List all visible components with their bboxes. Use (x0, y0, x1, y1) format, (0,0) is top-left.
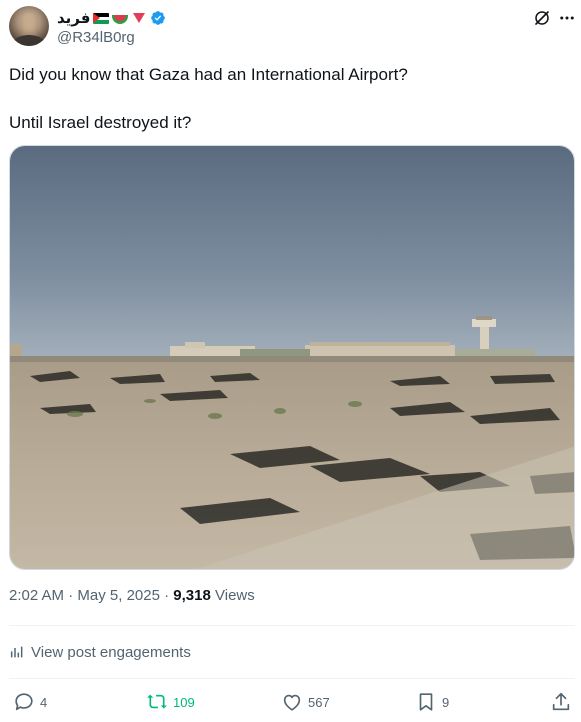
repost-icon (147, 694, 167, 709)
avatar-shoulders (12, 35, 46, 46)
bookmark-icon (419, 693, 433, 711)
author-display-name[interactable]: فريد (57, 9, 90, 27)
post-text: Did you know that Gaza had an Internatio… (9, 63, 569, 135)
author-name-row[interactable]: فريد (57, 8, 166, 28)
avatar-face (20, 13, 38, 37)
like-button[interactable]: 567 (281, 690, 330, 714)
grok-icon[interactable] (533, 9, 551, 27)
divider (9, 678, 575, 679)
view-engagements-label: View post engagements (31, 643, 191, 661)
avatar[interactable] (9, 6, 49, 46)
palestine-flag-icon (93, 12, 110, 24)
repost-count: 109 (173, 694, 195, 710)
more-options-icon[interactable] (557, 9, 577, 27)
post-text-line-2: Until Israel destroyed it? (9, 113, 192, 132)
post-image[interactable] (9, 145, 575, 570)
reply-count: 4 (40, 694, 48, 710)
repost-button[interactable]: 109 (146, 690, 195, 714)
post-time[interactable]: 2:02 AM (9, 587, 64, 604)
post-date[interactable]: May 5, 2025 (77, 587, 160, 604)
divider (9, 625, 575, 626)
reply-button[interactable]: 4 (13, 690, 47, 714)
airport-ruins-photo (10, 146, 574, 569)
bookmark-button[interactable]: 9 (415, 690, 449, 714)
share-icon (552, 692, 570, 711)
action-bar: 4 109 567 9 (9, 690, 575, 714)
post-meta: 2:02 AM · May 5, 2025 · 9,318 Views (9, 587, 255, 604)
views-label: Views (210, 587, 255, 604)
bookmark-count: 9 (442, 694, 450, 710)
reply-icon (15, 693, 33, 711)
verified-badge-icon[interactable] (150, 10, 166, 26)
views-count: 9,318 (173, 587, 211, 604)
like-count: 567 (308, 694, 330, 710)
meta-separator: · (159, 587, 174, 604)
share-button[interactable] (550, 690, 572, 714)
watermelon-icon (112, 14, 129, 24)
heart-icon (283, 694, 301, 711)
author-handle[interactable]: @R34lB0rg (57, 29, 135, 46)
view-engagements-link[interactable]: View post engagements (9, 641, 191, 663)
red-triangle-icon (133, 13, 146, 23)
post-header: فريد @R34lB0rg (9, 6, 575, 48)
post-text-line-1: Did you know that Gaza had an Internatio… (9, 65, 408, 84)
meta-separator: · (64, 587, 78, 604)
analytics-icon (10, 646, 23, 658)
